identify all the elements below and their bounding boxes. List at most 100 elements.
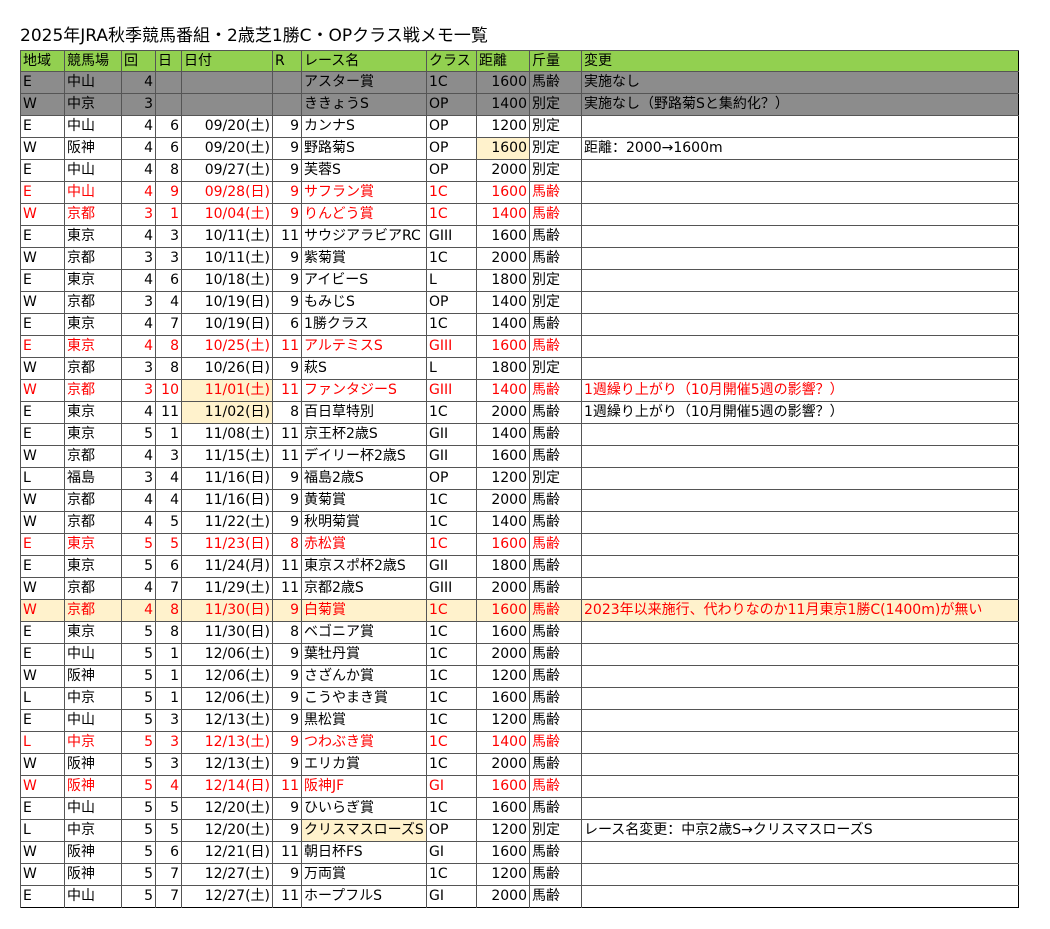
race-name-cell[interactable]: 百日草特別: [301, 401, 427, 424]
race-name-cell[interactable]: 福島2歳S: [301, 467, 427, 490]
weight-cell[interactable]: 馬齢: [529, 401, 582, 424]
weight-cell[interactable]: 馬齢: [529, 797, 582, 820]
class-cell[interactable]: GIII: [426, 225, 477, 248]
changes-cell[interactable]: [581, 665, 1019, 688]
race-name-cell[interactable]: 葉牡丹賞: [301, 643, 427, 666]
race-number-cell[interactable]: 6: [272, 313, 302, 336]
column-header-kai[interactable]: 回: [121, 50, 156, 72]
race-name-cell[interactable]: 朝日杯FS: [301, 841, 427, 864]
race-name-cell[interactable]: 1勝クラス: [301, 313, 427, 336]
day-cell[interactable]: 3: [155, 445, 182, 468]
racecourse-cell[interactable]: 阪神: [64, 665, 122, 688]
column-header-race-number[interactable]: R: [272, 50, 302, 72]
race-name-cell[interactable]: こうやまき賞: [301, 687, 427, 710]
class-cell[interactable]: 1C: [426, 203, 477, 226]
day-cell[interactable]: 3: [155, 247, 182, 270]
region-cell[interactable]: E: [20, 797, 65, 820]
weight-cell[interactable]: 馬齢: [529, 775, 582, 798]
distance-cell[interactable]: 2000: [476, 577, 530, 600]
race-number-cell[interactable]: 9: [272, 159, 302, 182]
race-number-cell[interactable]: 8: [272, 401, 302, 424]
changes-cell[interactable]: [581, 357, 1019, 380]
changes-cell[interactable]: [581, 115, 1019, 138]
region-cell[interactable]: E: [20, 621, 65, 644]
class-cell[interactable]: 1C: [426, 599, 477, 622]
day-cell[interactable]: 7: [155, 577, 182, 600]
racecourse-cell[interactable]: 京都: [64, 379, 122, 402]
class-cell[interactable]: 1C: [426, 753, 477, 776]
date-cell[interactable]: 12/06(土): [181, 665, 273, 688]
changes-cell[interactable]: [581, 489, 1019, 512]
kai-cell[interactable]: 5: [121, 731, 156, 754]
region-cell[interactable]: W: [20, 511, 65, 534]
date-cell[interactable]: 09/20(土): [181, 137, 273, 160]
kai-cell[interactable]: 5: [121, 709, 156, 732]
date-cell[interactable]: [181, 71, 273, 94]
weight-cell[interactable]: 馬齢: [529, 313, 582, 336]
class-cell[interactable]: OP: [426, 467, 477, 490]
distance-cell[interactable]: 1400: [476, 379, 530, 402]
day-cell[interactable]: 3: [155, 709, 182, 732]
weight-cell[interactable]: 馬齢: [529, 335, 582, 358]
date-cell[interactable]: 11/01(土): [181, 379, 273, 402]
date-cell[interactable]: 11/23(日): [181, 533, 273, 556]
changes-cell[interactable]: [581, 753, 1019, 776]
class-cell[interactable]: GIII: [426, 379, 477, 402]
racecourse-cell[interactable]: 中京: [64, 687, 122, 710]
weight-cell[interactable]: 馬齢: [529, 863, 582, 886]
region-cell[interactable]: W: [20, 489, 65, 512]
day-cell[interactable]: 8: [155, 335, 182, 358]
kai-cell[interactable]: 5: [121, 797, 156, 820]
region-cell[interactable]: W: [20, 775, 65, 798]
class-cell[interactable]: 1C: [426, 797, 477, 820]
date-cell[interactable]: 11/15(土): [181, 445, 273, 468]
column-header-day[interactable]: 日: [155, 50, 182, 72]
column-header-weight[interactable]: 斤量: [529, 50, 582, 72]
distance-cell[interactable]: 1600: [476, 71, 530, 94]
distance-cell[interactable]: 1200: [476, 665, 530, 688]
racecourse-cell[interactable]: 東京: [64, 533, 122, 556]
day-cell[interactable]: 8: [155, 357, 182, 380]
region-cell[interactable]: E: [20, 885, 65, 908]
kai-cell[interactable]: 3: [121, 93, 156, 116]
day-cell[interactable]: 1: [155, 203, 182, 226]
day-cell[interactable]: 11: [155, 401, 182, 424]
changes-cell[interactable]: [581, 423, 1019, 446]
class-cell[interactable]: OP: [426, 93, 477, 116]
date-cell[interactable]: 11/24(月): [181, 555, 273, 578]
distance-cell[interactable]: 1600: [476, 225, 530, 248]
race-name-cell[interactable]: 萩S: [301, 357, 427, 380]
region-cell[interactable]: E: [20, 335, 65, 358]
day-cell[interactable]: 5: [155, 511, 182, 534]
date-cell[interactable]: 12/13(土): [181, 709, 273, 732]
race-number-cell[interactable]: 9: [272, 753, 302, 776]
race-number-cell[interactable]: 9: [272, 357, 302, 380]
day-cell[interactable]: 3: [155, 731, 182, 754]
distance-cell[interactable]: 1600: [476, 599, 530, 622]
kai-cell[interactable]: 4: [121, 313, 156, 336]
column-header-class[interactable]: クラス: [426, 50, 477, 72]
distance-cell[interactable]: 1400: [476, 731, 530, 754]
class-cell[interactable]: 1C: [426, 401, 477, 424]
race-name-cell[interactable]: つわぶき賞: [301, 731, 427, 754]
day-cell[interactable]: 8: [155, 599, 182, 622]
region-cell[interactable]: L: [20, 819, 65, 842]
racecourse-cell[interactable]: 東京: [64, 401, 122, 424]
class-cell[interactable]: 1C: [426, 181, 477, 204]
race-number-cell[interactable]: 9: [272, 665, 302, 688]
race-number-cell[interactable]: 9: [272, 269, 302, 292]
changes-cell[interactable]: 1週繰り上がり（10月開催5週の影響？）: [581, 379, 1019, 402]
weight-cell[interactable]: 馬齢: [529, 423, 582, 446]
class-cell[interactable]: 1C: [426, 687, 477, 710]
kai-cell[interactable]: 5: [121, 687, 156, 710]
distance-cell[interactable]: 1200: [476, 709, 530, 732]
race-number-cell[interactable]: 11: [272, 225, 302, 248]
region-cell[interactable]: W: [20, 357, 65, 380]
distance-cell[interactable]: 2000: [476, 247, 530, 270]
region-cell[interactable]: E: [20, 401, 65, 424]
changes-cell[interactable]: [581, 467, 1019, 490]
changes-cell[interactable]: 実施なし（野路菊Sと集約化？）: [581, 93, 1019, 116]
class-cell[interactable]: GII: [426, 423, 477, 446]
racecourse-cell[interactable]: 中京: [64, 731, 122, 754]
distance-cell[interactable]: 1200: [476, 819, 530, 842]
